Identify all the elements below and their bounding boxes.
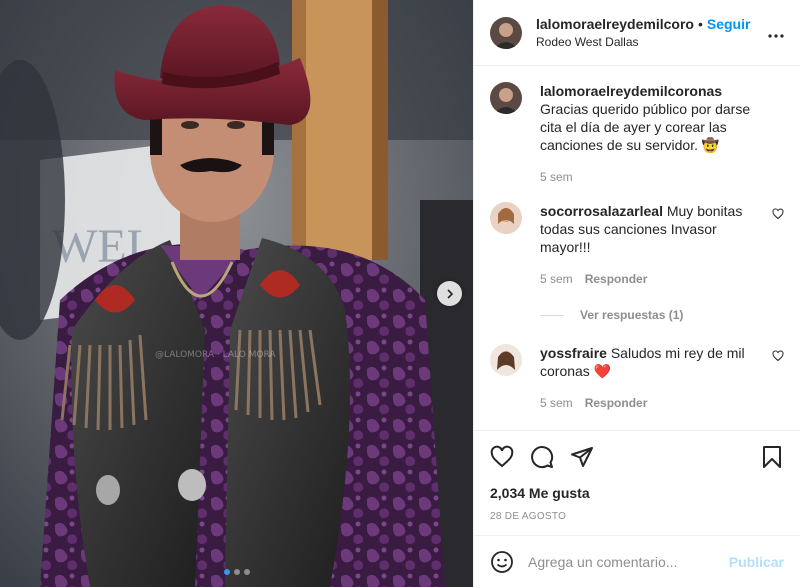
author-username[interactable]: lalomoraelreydemilcoro (536, 16, 694, 32)
carousel-indicator (0, 569, 473, 575)
comment-item: socorrosalazarleal Muy bonitas todas sus… (490, 202, 784, 288)
post-date[interactable]: 28 DE AGOSTO (490, 511, 784, 522)
reply-button[interactable]: Responder (585, 394, 648, 412)
post-photo[interactable]: WEL @LALOMORA · LALO MORA (0, 0, 473, 587)
add-comment-bar: Publicar (474, 535, 800, 587)
svg-text:@LALOMORA · LALO MORA: @LALOMORA · LALO MORA (155, 350, 276, 360)
profile-photo-icon (490, 82, 522, 114)
heart-icon (490, 445, 514, 468)
carousel-dot (243, 569, 250, 575)
post-actions: 2,034 Me gusta 28 DE AGOSTO (474, 430, 800, 522)
emoji-button[interactable] (490, 550, 514, 574)
profile-photo-icon (490, 16, 522, 49)
comment-item: yossfraire Saludos mi rey de mil coronas… (490, 344, 784, 412)
share-button[interactable] (570, 445, 594, 469)
instagram-post: WEL @LALOMORA · LALO MORA lalomoraelreyd… (0, 0, 800, 587)
profile-photo-icon (490, 344, 522, 376)
profile-photo-icon (490, 202, 522, 234)
view-replies-button[interactable]: Ver respuestas (1) (540, 308, 784, 322)
replies-divider (540, 314, 564, 316)
post-location[interactable]: Rodeo West Dallas (536, 35, 760, 49)
chevron-right-icon (446, 288, 453, 299)
reply-button[interactable]: Responder (585, 270, 648, 288)
comment-time[interactable]: 5 sem (540, 270, 573, 288)
follow-button[interactable]: Seguir (707, 16, 751, 32)
author-avatar[interactable] (490, 82, 522, 114)
post-header: lalomoraelreydemilcoro • Seguir Rodeo We… (474, 0, 800, 66)
post-details-panel: lalomoraelreydemilcoro • Seguir Rodeo We… (473, 0, 800, 587)
separator-dot: • (697, 16, 703, 32)
paper-plane-icon (571, 447, 593, 467)
photo-artwork: WEL @LALOMORA · LALO MORA (0, 0, 473, 587)
like-comment-heart-icon[interactable] (772, 350, 784, 362)
more-options-icon (768, 33, 784, 38)
caption-time[interactable]: 5 sem (540, 168, 573, 186)
caption-username[interactable]: lalomoraelreydemilcoronas (540, 83, 722, 99)
carousel-dot (233, 569, 240, 575)
like-button[interactable] (490, 445, 514, 469)
like-comment-heart-icon[interactable] (772, 208, 784, 220)
comment-bubble-icon (531, 446, 554, 469)
like-count[interactable]: 2,034 Me gusta (490, 485, 784, 501)
comments-list[interactable]: lalomoraelreydemilcoronas Gracias querid… (474, 66, 800, 430)
comment-input[interactable] (528, 553, 729, 570)
commenter-avatar[interactable] (490, 202, 522, 234)
save-button[interactable] (760, 445, 784, 469)
view-replies-label: Ver respuestas (1) (580, 308, 684, 322)
comment-button[interactable] (530, 445, 554, 469)
comment-username[interactable]: yossfraire (540, 345, 607, 361)
comment-username[interactable]: socorrosalazarleal (540, 203, 663, 219)
carousel-dot (223, 569, 230, 575)
smiley-face-icon (491, 550, 513, 573)
next-photo-button[interactable] (437, 281, 462, 306)
bookmark-icon (763, 446, 781, 468)
comment-time[interactable]: 5 sem (540, 394, 573, 412)
commenter-avatar[interactable] (490, 344, 522, 376)
more-options-button[interactable] (760, 25, 784, 41)
publish-button[interactable]: Publicar (729, 554, 784, 570)
author-avatar[interactable] (490, 16, 522, 49)
caption: lalomoraelreydemilcoronas Gracias querid… (490, 82, 784, 186)
caption-text: Gracias querido público por darse cita e… (540, 101, 751, 153)
